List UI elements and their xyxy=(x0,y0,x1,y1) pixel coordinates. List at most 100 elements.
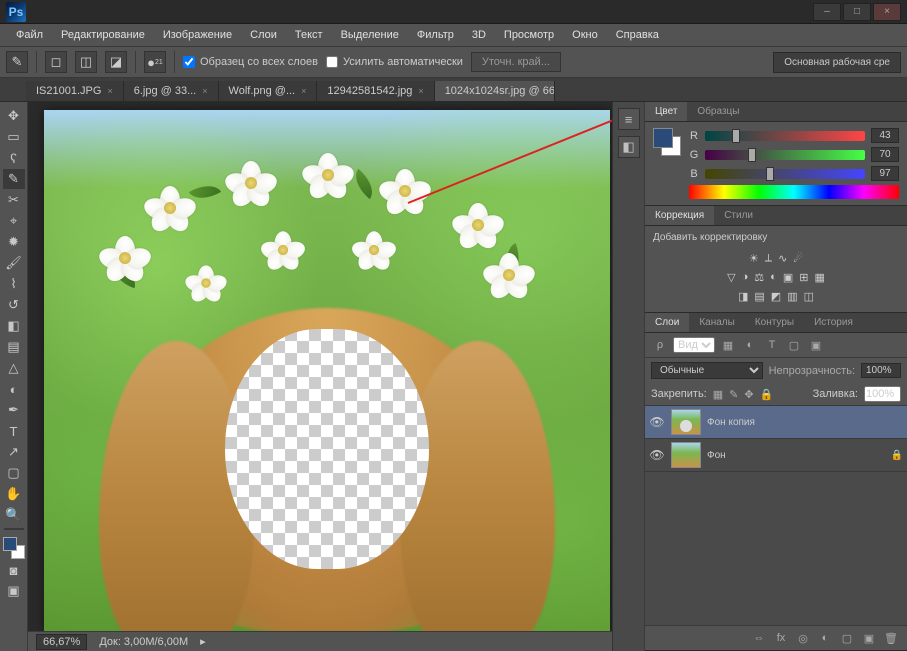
menu-window[interactable]: Окно xyxy=(564,27,606,43)
zoom-tool[interactable]: 🔍 xyxy=(3,505,25,525)
blend-mode-select[interactable]: Обычные xyxy=(651,362,763,379)
brightness-icon[interactable]: ☀ xyxy=(749,252,759,265)
new-adjustment-icon[interactable]: ◐ xyxy=(815,630,835,646)
menu-edit[interactable]: Редактирование xyxy=(53,27,153,43)
healing-tool[interactable]: ✹ xyxy=(3,232,25,252)
opacity-input[interactable] xyxy=(861,363,901,378)
close-icon[interactable]: × xyxy=(202,86,207,96)
value-g[interactable]: 70 xyxy=(871,147,899,162)
menu-help[interactable]: Справка xyxy=(608,27,667,43)
layer-name[interactable]: Фон копия xyxy=(707,417,903,428)
move-tool[interactable]: ✥ xyxy=(3,106,25,126)
document-tab-active[interactable]: 1024x1024sr.jpg @ 66,7% (Фон копия, RGB/… xyxy=(435,81,555,101)
delete-layer-icon[interactable]: 🗑 xyxy=(881,630,901,646)
curves-icon[interactable]: ∿ xyxy=(778,252,787,265)
blur-tool[interactable]: △ xyxy=(3,358,25,378)
quick-selection-tool[interactable]: ✎ xyxy=(3,169,25,189)
path-tool[interactable]: ↗ xyxy=(3,442,25,462)
slider-g[interactable] xyxy=(705,150,865,160)
menu-layer[interactable]: Слои xyxy=(242,27,285,43)
eraser-tool[interactable]: ◧ xyxy=(3,316,25,336)
foreground-color[interactable] xyxy=(3,537,17,551)
fill-input[interactable] xyxy=(864,386,901,402)
slider-r[interactable] xyxy=(705,131,865,141)
color-lookup-icon[interactable]: ▦ xyxy=(814,271,824,284)
tab-channels[interactable]: Каналы xyxy=(689,313,745,332)
tab-color[interactable]: Цвет xyxy=(645,102,687,121)
menu-select[interactable]: Выделение xyxy=(333,27,407,43)
close-icon[interactable]: × xyxy=(418,86,423,96)
document-tab[interactable]: IS21001.JPG× xyxy=(26,81,124,101)
lock-pixels-icon[interactable]: ✎ xyxy=(729,388,738,401)
filter-pixel-icon[interactable]: ▦ xyxy=(719,337,737,353)
hand-tool[interactable]: ✋ xyxy=(3,484,25,504)
value-r[interactable]: 43 xyxy=(871,128,899,143)
layer-filter-select[interactable]: Вид xyxy=(673,337,715,353)
dodge-tool[interactable]: ◐ xyxy=(3,379,25,399)
shape-tool[interactable]: ▢ xyxy=(3,463,25,483)
photo-filter-icon[interactable]: ▣ xyxy=(783,271,793,284)
layer-name[interactable]: Фон xyxy=(707,450,885,461)
close-button[interactable]: × xyxy=(873,3,901,21)
gradient-map-icon[interactable]: ▥ xyxy=(787,290,797,303)
gradient-tool[interactable]: ▤ xyxy=(3,337,25,357)
tab-paths[interactable]: Контуры xyxy=(745,313,804,332)
panel-color-swatch[interactable] xyxy=(653,128,681,156)
link-layers-icon[interactable]: ⇔ xyxy=(749,630,769,646)
menu-filter[interactable]: Фильтр xyxy=(409,27,462,43)
menu-3d[interactable]: 3D xyxy=(464,27,494,43)
crop-tool[interactable]: ✂ xyxy=(3,190,25,210)
layer-thumbnail[interactable] xyxy=(671,409,701,435)
stamp-tool[interactable]: ⌇ xyxy=(3,274,25,294)
tab-history[interactable]: История xyxy=(804,313,863,332)
close-icon[interactable]: × xyxy=(107,86,112,96)
eyedropper-tool[interactable]: ⌖ xyxy=(3,211,25,231)
history-panel-icon[interactable]: ≡ xyxy=(618,108,640,130)
chevron-right-icon[interactable]: ▸ xyxy=(200,635,206,648)
color-balance-icon[interactable]: ⚖ xyxy=(754,271,764,284)
marquee-tool[interactable]: ▭ xyxy=(3,127,25,147)
history-brush-tool[interactable]: ↺ xyxy=(3,295,25,315)
layer-mask-icon[interactable]: ◎ xyxy=(793,630,813,646)
posterize-icon[interactable]: ▤ xyxy=(754,290,764,303)
pen-tool[interactable]: ✒ xyxy=(3,400,25,420)
exposure-icon[interactable]: ☄ xyxy=(793,252,803,265)
color-swatch[interactable] xyxy=(3,537,25,559)
document-canvas[interactable] xyxy=(44,110,610,631)
tab-swatches[interactable]: Образцы xyxy=(687,102,749,121)
hue-icon[interactable]: ◑ xyxy=(742,271,749,284)
brush-tool[interactable]: 🖌 xyxy=(3,253,25,273)
layer-thumbnail[interactable] xyxy=(671,442,701,468)
workspace-switcher[interactable]: Основная рабочая сре xyxy=(773,52,901,73)
threshold-icon[interactable]: ◩ xyxy=(771,290,781,303)
add-selection-icon[interactable]: ◫ xyxy=(75,51,97,73)
layer-fx-icon[interactable]: fx xyxy=(771,630,791,646)
levels-icon[interactable]: ⟂ xyxy=(765,252,772,265)
menu-file[interactable]: Файл xyxy=(8,27,51,43)
zoom-field[interactable]: 66,67% xyxy=(36,634,87,650)
document-tab[interactable]: 12942581542.jpg× xyxy=(317,81,434,101)
layer-row[interactable]: 👁 Фон копия xyxy=(645,406,907,439)
filter-type-icon[interactable]: T xyxy=(763,337,781,353)
selective-color-icon[interactable]: ◫ xyxy=(804,290,814,303)
brush-preset-icon[interactable]: ●21 xyxy=(144,51,166,73)
properties-panel-icon[interactable]: ◧ xyxy=(618,136,640,158)
auto-enhance-checkbox[interactable]: Усилить автоматически xyxy=(326,56,463,68)
new-layer-icon[interactable]: ▣ xyxy=(859,630,879,646)
invert-icon[interactable]: ◨ xyxy=(738,290,748,303)
tab-layers[interactable]: Слои xyxy=(645,313,689,332)
channel-mixer-icon[interactable]: ⊞ xyxy=(799,271,808,284)
sample-all-layers-checkbox[interactable]: Образец со всех слоев xyxy=(183,56,318,68)
screenmode-tool[interactable]: ▣ xyxy=(3,581,25,601)
menu-type[interactable]: Текст xyxy=(287,27,331,43)
search-icon[interactable]: ρ xyxy=(651,337,669,353)
quickmask-tool[interactable]: ◙ xyxy=(3,560,25,580)
minimize-button[interactable]: – xyxy=(813,3,841,21)
lock-position-icon[interactable]: ✥ xyxy=(744,388,753,401)
type-tool[interactable]: T xyxy=(3,421,25,441)
vibrance-icon[interactable]: ▽ xyxy=(727,271,735,284)
document-tab[interactable]: Wolf.png @...× xyxy=(219,81,318,101)
spectrum-bar[interactable] xyxy=(689,185,899,199)
lock-all-icon[interactable]: 🔒 xyxy=(760,388,774,401)
layer-row[interactable]: 👁 Фон 🔒 xyxy=(645,439,907,472)
